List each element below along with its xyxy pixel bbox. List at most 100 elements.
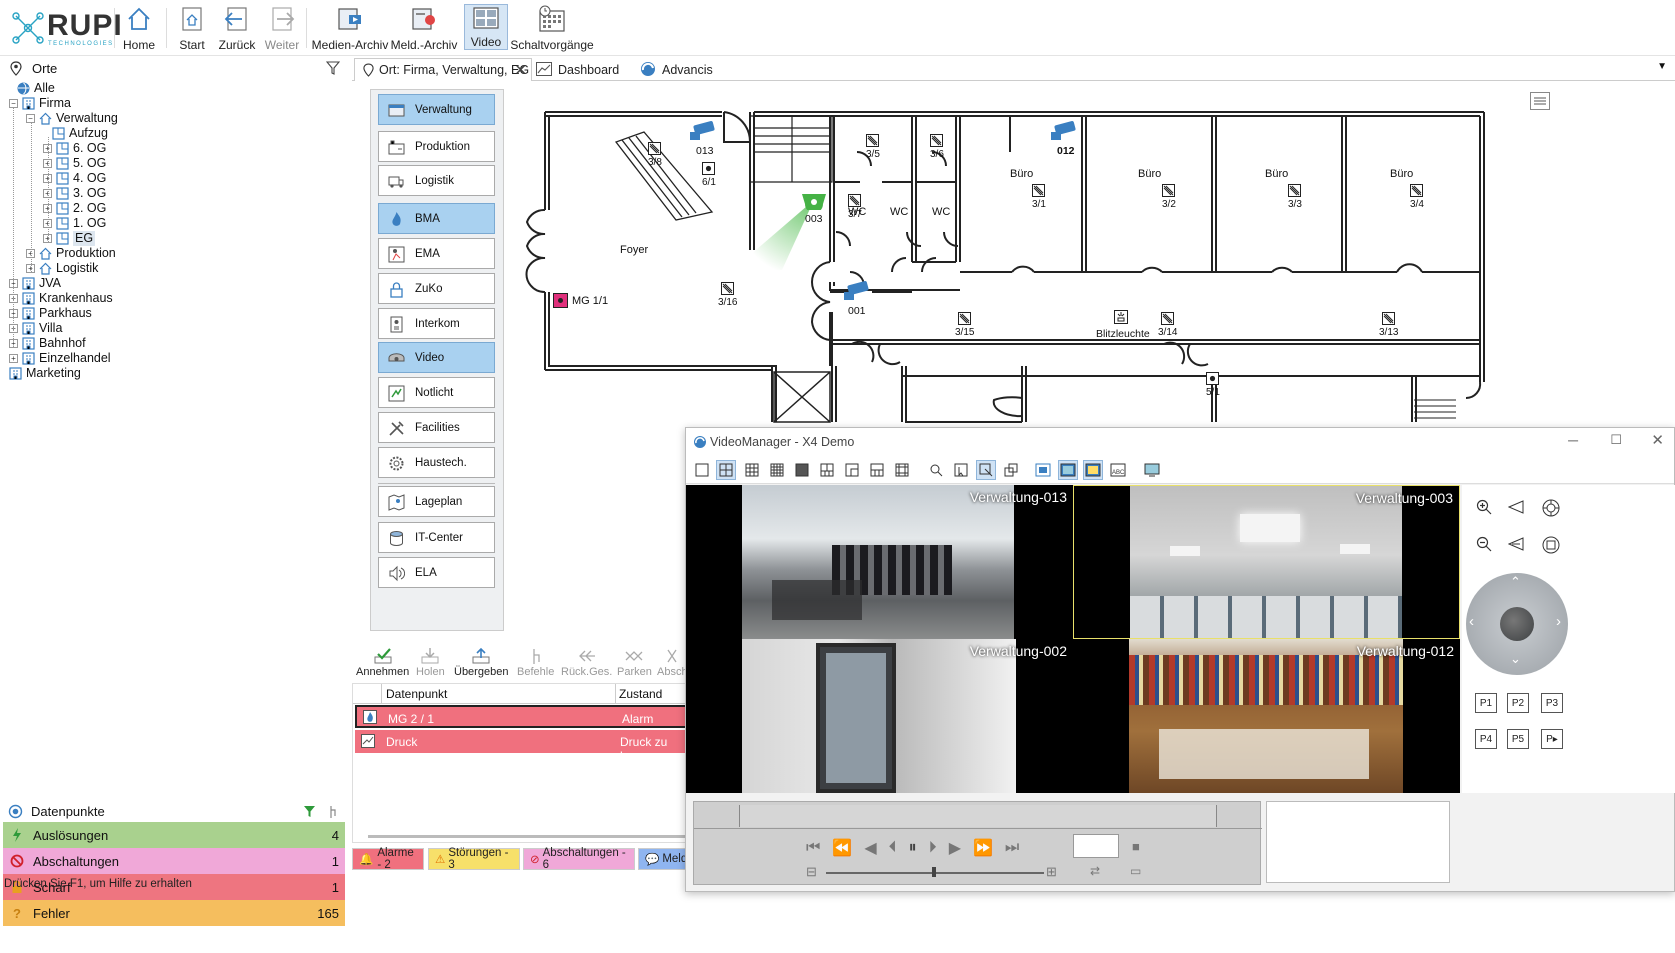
category-it-center[interactable]: IT-Center bbox=[378, 522, 495, 553]
column-header-state[interactable]: Zustand bbox=[619, 687, 662, 701]
preset-4-button[interactable]: P4 bbox=[1475, 729, 1497, 749]
detector[interactable]: 3/2 bbox=[1162, 184, 1176, 210]
category-notlicht[interactable]: Notlicht bbox=[378, 377, 495, 408]
layout-custom1-icon[interactable] bbox=[817, 460, 837, 480]
accept-button[interactable]: Annehmen bbox=[356, 646, 409, 678]
step-forward-icon[interactable]: ⏵ bbox=[929, 839, 937, 857]
tab-disabled[interactable]: ⊘ Abschaltungen - 6 bbox=[523, 847, 635, 871]
iris-open-icon[interactable] bbox=[1542, 499, 1560, 517]
category-ema[interactable]: EMA bbox=[378, 238, 495, 269]
tree-item[interactable]: − Verwaltung bbox=[26, 111, 118, 126]
sync-arrows-icon[interactable]: ⇄ bbox=[1090, 864, 1100, 878]
play-icon[interactable]: ▶ bbox=[949, 838, 961, 858]
minimize-icon[interactable]: ─ bbox=[1568, 432, 1578, 448]
tree-item[interactable]: + Einzelhandel bbox=[9, 351, 111, 366]
tree-item[interactable]: +4. OG bbox=[43, 171, 106, 186]
camera-012[interactable]: 012 bbox=[1049, 120, 1079, 157]
datapoint-row-triggers[interactable]: Auslösungen 4 bbox=[3, 822, 345, 848]
monitor-icon[interactable] bbox=[1142, 460, 1162, 480]
tab-messages[interactable]: 💬 Meldu bbox=[638, 848, 694, 870]
hand-icon[interactable] bbox=[327, 804, 339, 819]
filter-icon[interactable] bbox=[326, 61, 340, 75]
rewind-icon[interactable]: ◀ bbox=[864, 838, 876, 858]
expand-icon[interactable]: + bbox=[9, 354, 18, 363]
maximize-icon[interactable]: ☐ bbox=[1610, 432, 1622, 448]
tree-item[interactable]: +6. OG bbox=[43, 141, 106, 156]
tab-location[interactable]: Ort: Firma, Verwaltung, EG ✕ bbox=[354, 58, 532, 81]
text-overlay-icon[interactable]: ABC bbox=[1108, 460, 1128, 480]
category-haustech[interactable]: Haustech. bbox=[378, 447, 495, 478]
filter-active-icon[interactable] bbox=[303, 805, 316, 818]
focus-near-icon[interactable] bbox=[1508, 500, 1524, 514]
skip-to-start-icon[interactable]: ⏮ bbox=[806, 839, 820, 857]
detector[interactable]: 6/1 bbox=[702, 162, 716, 188]
layout-2x2-icon[interactable] bbox=[716, 460, 736, 480]
tree-item[interactable]: +5. OG bbox=[43, 156, 106, 171]
tree-item[interactable]: + Parkhaus bbox=[9, 306, 92, 321]
alarm-row[interactable]: Druck Druck zu hoc bbox=[355, 730, 688, 763]
category-video[interactable]: Video bbox=[378, 342, 495, 373]
detector[interactable]: 3/8 bbox=[648, 142, 662, 168]
tree-item[interactable]: + EG bbox=[43, 231, 96, 246]
layout-custom3-icon[interactable] bbox=[867, 460, 887, 480]
view-mode1-icon[interactable] bbox=[1058, 460, 1078, 480]
layout-custom2-icon[interactable] bbox=[842, 460, 862, 480]
videomanager-titlebar[interactable]: VideoManager - X4 Demo ─ ☐ ✕ bbox=[686, 428, 1674, 456]
detector[interactable]: 5/1 bbox=[1206, 372, 1220, 398]
category-zuko[interactable]: ZuKo bbox=[378, 273, 495, 304]
park-button[interactable]: Parken bbox=[617, 646, 652, 678]
export-icon[interactable]: ▭ bbox=[1130, 864, 1141, 878]
category-interkom[interactable]: Interkom bbox=[378, 308, 495, 339]
tab-advancis[interactable]: Advancis bbox=[638, 58, 728, 81]
layout-4x4-icon[interactable] bbox=[767, 460, 787, 480]
layout-5x5-icon[interactable] bbox=[792, 460, 812, 480]
start-button[interactable]: Start bbox=[176, 4, 208, 52]
layout-3x3-icon[interactable] bbox=[742, 460, 762, 480]
tree-item[interactable]: Alle bbox=[17, 81, 55, 96]
tree-item[interactable]: + JVA bbox=[9, 276, 61, 291]
video-cell-selected[interactable]: Verwaltung-003 bbox=[1073, 485, 1460, 639]
ptz-joystick[interactable]: ⌃ ⌄ ‹ › bbox=[1466, 573, 1568, 675]
tree-item[interactable]: + Produktion bbox=[26, 246, 116, 261]
close-icon[interactable]: ✕ bbox=[1651, 431, 1664, 449]
video-button[interactable]: Video bbox=[464, 4, 508, 50]
handover-button[interactable]: Übergeben bbox=[454, 646, 508, 678]
category-produktion[interactable]: Produktion bbox=[378, 131, 495, 162]
skip-to-end-icon[interactable]: ⏭ bbox=[1005, 839, 1019, 857]
layout-custom4-icon[interactable] bbox=[892, 460, 912, 480]
category-lageplan[interactable]: Lageplan bbox=[378, 486, 495, 517]
record-camera-icon[interactable]: ■ bbox=[1132, 839, 1140, 854]
datapoint-row-disabled[interactable]: Abschaltungen 1 bbox=[3, 848, 345, 874]
tab-faults[interactable]: ⚠ Störungen - 3 bbox=[428, 847, 520, 871]
expand-icon[interactable] bbox=[1001, 460, 1021, 480]
datapoint-row-errors[interactable]: ? Fehler 165 bbox=[3, 900, 345, 926]
switching-button[interactable]: Schaltvorgänge bbox=[510, 4, 594, 52]
alarm-point-mg-1-1[interactable]: MG 1/1 bbox=[553, 293, 608, 308]
tree-item[interactable]: − Firma bbox=[9, 96, 71, 111]
step-back-icon[interactable]: ⏴ bbox=[889, 839, 897, 857]
column-header-datapoint[interactable]: Datenpunkt bbox=[386, 687, 447, 701]
tab-dashboard[interactable]: Dashboard bbox=[534, 58, 634, 81]
focus-far-icon[interactable] bbox=[1508, 537, 1524, 551]
video-cell[interactable]: Verwaltung-002 bbox=[686, 639, 1073, 793]
pan-left-icon[interactable]: ‹ bbox=[1469, 613, 1474, 630]
preset-1-button[interactable]: P1 bbox=[1475, 693, 1497, 713]
detector[interactable]: 3/13 bbox=[1379, 312, 1398, 338]
preset-more-button[interactable]: P▸ bbox=[1541, 729, 1563, 749]
message-archive-button[interactable]: Meld.-Archiv bbox=[391, 4, 457, 52]
detector[interactable]: 3/14 bbox=[1158, 312, 1177, 338]
fast-forward-icon[interactable]: ⏩ bbox=[973, 838, 993, 858]
reset-button[interactable]: Rück.Ges. bbox=[561, 646, 612, 678]
timeline-zoom-in-icon[interactable]: ⊞ bbox=[1046, 864, 1057, 880]
back-button[interactable]: Zurück bbox=[218, 4, 256, 52]
menu-icon[interactable] bbox=[1530, 92, 1550, 113]
video-cell[interactable]: Verwaltung-012 bbox=[1073, 639, 1460, 793]
timeline-track[interactable] bbox=[739, 805, 1217, 827]
detector[interactable]: 3/6 bbox=[930, 134, 944, 160]
tab-overflow-icon[interactable]: ▼ bbox=[1657, 61, 1667, 72]
fast-rewind-icon[interactable]: ⏪ bbox=[832, 838, 852, 858]
disable-button[interactable]: Absch bbox=[657, 646, 688, 678]
pause-icon[interactable]: ⏸ bbox=[909, 839, 917, 857]
fetch-button[interactable]: Holen bbox=[416, 646, 445, 678]
camera-001[interactable]: 001 bbox=[842, 280, 872, 317]
